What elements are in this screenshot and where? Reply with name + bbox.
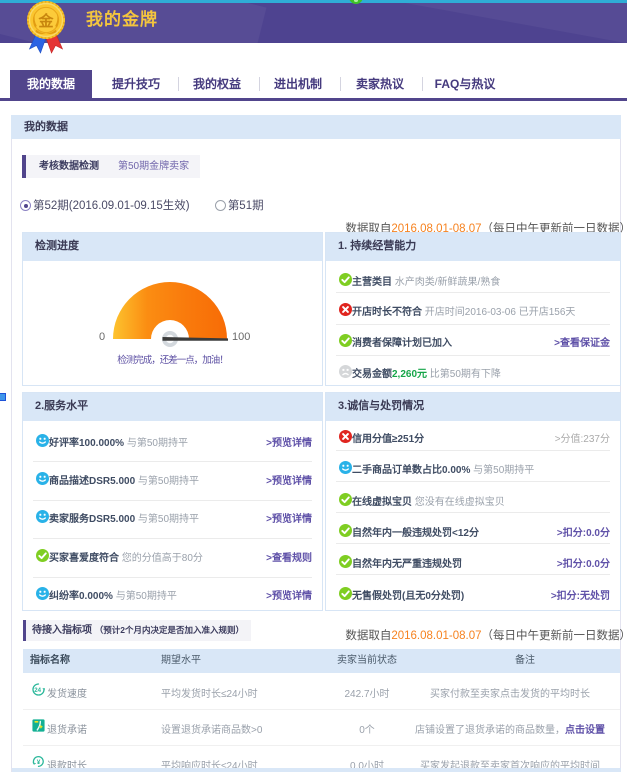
- svg-text:¥: ¥: [37, 759, 41, 766]
- svg-text:24: 24: [34, 687, 41, 694]
- svg-text:金: 金: [37, 12, 54, 30]
